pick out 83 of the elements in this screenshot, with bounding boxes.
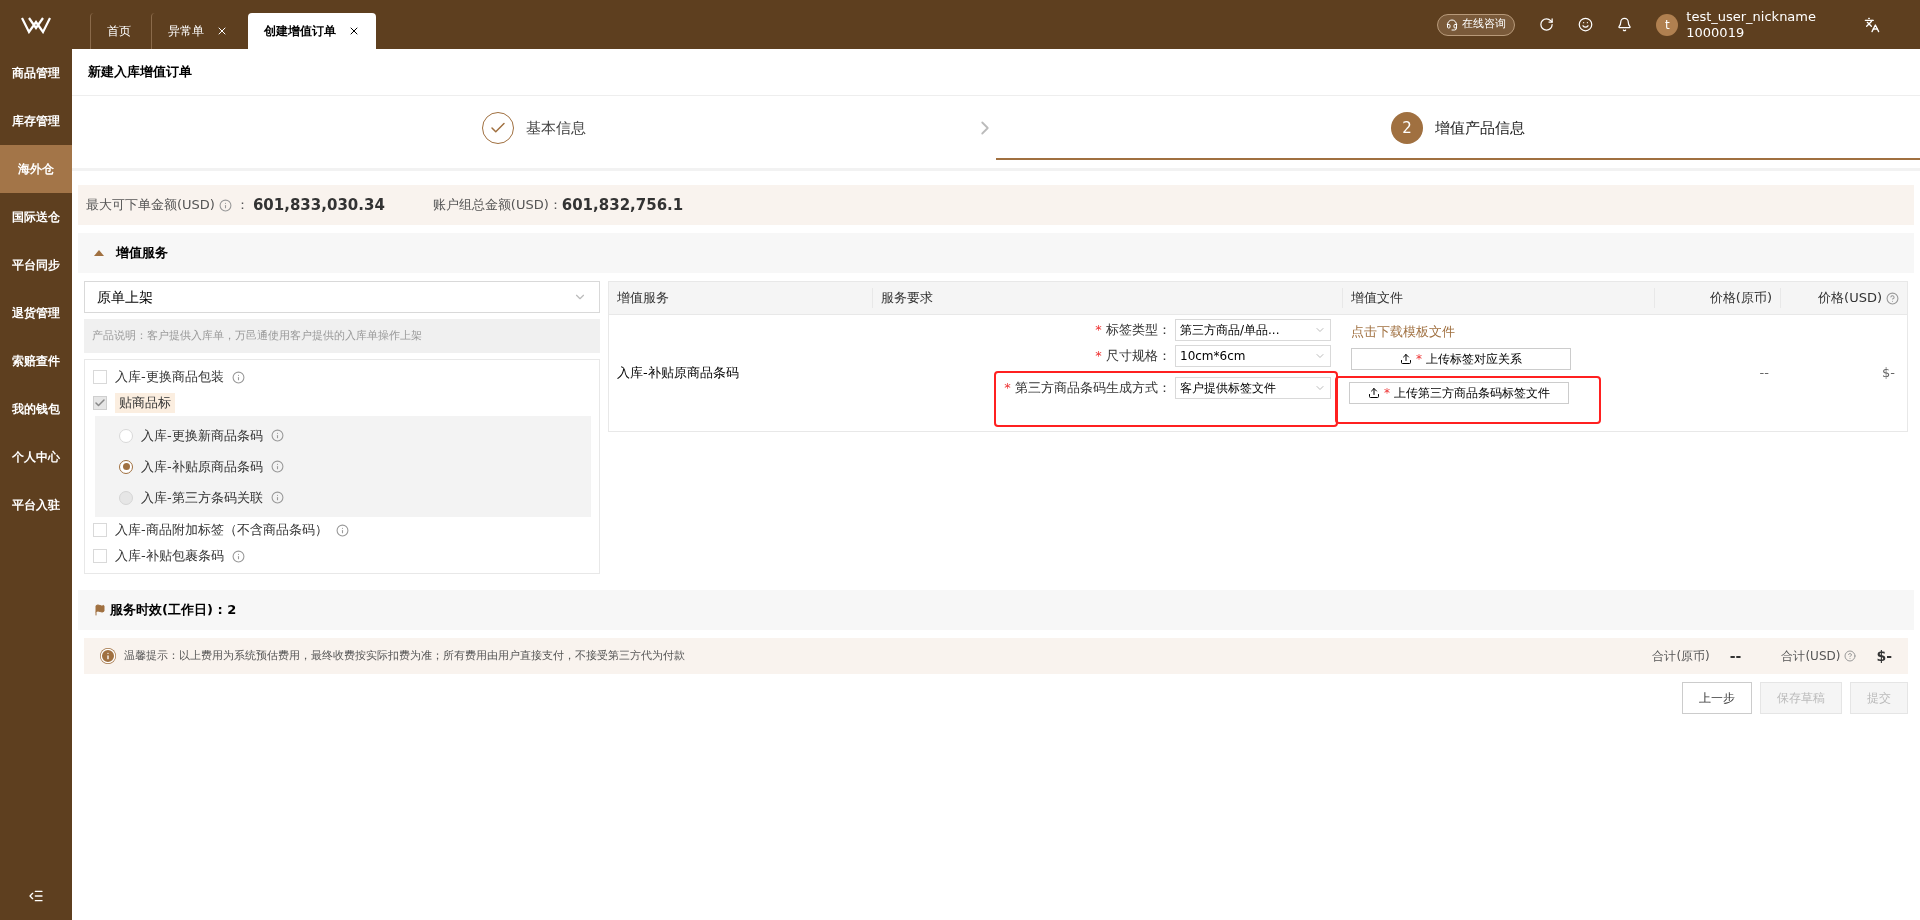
field-label: * 尺寸规格： [1095, 347, 1171, 366]
balance-label: 最大可下单金额(USD) [86, 196, 215, 215]
checkbox[interactable] [93, 549, 107, 563]
sidebar-item[interactable]: 索赔查件 [0, 337, 72, 385]
username: test_user_nickname [1686, 8, 1816, 25]
requirement-select[interactable]: 10cm*6cm [1175, 345, 1331, 367]
sidebar-item[interactable]: 平台入驻 [0, 481, 72, 529]
total-label: 合计(原币) [1652, 648, 1710, 665]
checkbox[interactable] [93, 523, 107, 537]
section-header[interactable]: 增值服务 [78, 233, 1914, 273]
table-cell-text: -- [1758, 364, 1770, 383]
sidebar-item[interactable]: 商品管理 [0, 49, 72, 97]
column-header: 价格(原币) [1655, 288, 1781, 308]
requirement-select[interactable]: 客户提供标签文件 [1175, 377, 1331, 399]
info-icon [270, 429, 284, 442]
sidebar-item[interactable]: 退货管理 [0, 289, 72, 337]
service-time-bar: 服务时效(工作日) : 2 [78, 590, 1914, 630]
sidebar-item[interactable]: 海外仓 [0, 145, 72, 193]
table-cell-text: $- [1881, 364, 1896, 383]
product-select[interactable]: 原单上架 [84, 281, 600, 313]
checkbox[interactable] [93, 370, 107, 384]
bell-icon [1617, 17, 1633, 32]
total-value: $- [1876, 646, 1892, 666]
info-icon [270, 460, 284, 473]
product-note: 产品说明：客户提供入库单，万邑通使用客户提供的入库单操作上架 [84, 319, 600, 353]
balance-label: 账户组总金额(USD)： [432, 196, 562, 215]
help-icon [1844, 650, 1857, 662]
balance-value: 601,832,756.1 [561, 194, 684, 216]
option-label: 入库-第三方条码关联 [141, 488, 263, 507]
step-label: 增值产品信息 [1435, 117, 1525, 139]
column-header: 增值文件 [1343, 288, 1655, 308]
column-header: 增值服务 [609, 288, 873, 308]
consult-button[interactable]: 在线咨询 [1437, 13, 1516, 36]
upload-button[interactable]: * 上传标签对应关系 [1351, 347, 1571, 370]
info-icon [270, 491, 284, 504]
step-label: 基本信息 [526, 117, 586, 139]
option-label: 入库-补贴包裹条码 [115, 547, 224, 566]
column-header: 价格(USD) [1781, 288, 1907, 308]
requirement-select[interactable]: 第三方商品/单品... [1175, 319, 1331, 341]
option-label: 入库-商品附加标签（不含商品条码） [115, 521, 328, 540]
tab[interactable]: 创建增值订单 [248, 13, 376, 49]
upload-icon [1400, 352, 1412, 365]
flag-icon [94, 604, 106, 616]
translate-icon [1864, 16, 1880, 33]
logo-icon [21, 15, 51, 34]
sidebar-item[interactable]: 我的钱包 [0, 385, 72, 433]
download-template-link[interactable]: 点击下载模板文件 [1351, 322, 1455, 342]
close-icon [216, 25, 228, 37]
sidebar-item[interactable]: 国际送仓 [0, 193, 72, 241]
field-label: * 第三方商品条码生成方式： [1004, 379, 1171, 398]
separator: ： [235, 196, 249, 215]
upload-icon [1368, 386, 1380, 399]
sidebar-item[interactable]: 库存管理 [0, 97, 72, 145]
column-header: 服务要求 [873, 288, 1343, 308]
user-id: 1000019 [1686, 24, 1746, 41]
action-button[interactable]: 上一步 [1682, 682, 1752, 714]
notice-text: 温馨提示：以上费用为系统预估费用，最终收费按实际扣费为准；所有费用由用户直接支付，不接受第三方代为付款 [124, 647, 685, 664]
sidebar-item[interactable]: 个人中心 [0, 433, 72, 481]
table-cell-text: 入库-补贴原商品条码 [616, 364, 740, 383]
close-icon [348, 25, 360, 37]
info-icon [100, 648, 116, 664]
option-label: 入库-更换新商品条码 [141, 426, 263, 445]
option-label: 贴商品标 [115, 393, 175, 413]
help-icon [1886, 291, 1899, 305]
info-icon [335, 523, 349, 537]
option-label: 入库-补贴原商品条码 [141, 457, 263, 476]
upload-button[interactable]: * 上传第三方商品条码标签文件 [1349, 381, 1569, 404]
total-label: 合计(USD) [1781, 648, 1841, 665]
check-icon [94, 397, 106, 409]
info-icon [231, 549, 245, 563]
page-title: 新建入库增值订单 [72, 49, 1920, 96]
sidebar-item[interactable]: 平台同步 [0, 241, 72, 289]
collapse-menu-icon [28, 888, 44, 904]
option-label: 入库-更换商品包装 [115, 368, 224, 387]
step-number: 2 [1391, 112, 1423, 144]
balance-value: 601,833,030.34 [252, 194, 385, 216]
headset-icon [1446, 18, 1459, 31]
refresh-icon [1539, 17, 1555, 32]
field-label: * 标签类型： [1095, 321, 1171, 340]
smiley-icon [1578, 17, 1594, 32]
info-icon [231, 370, 245, 384]
total-value: -- [1729, 646, 1742, 666]
info-icon [218, 198, 232, 212]
